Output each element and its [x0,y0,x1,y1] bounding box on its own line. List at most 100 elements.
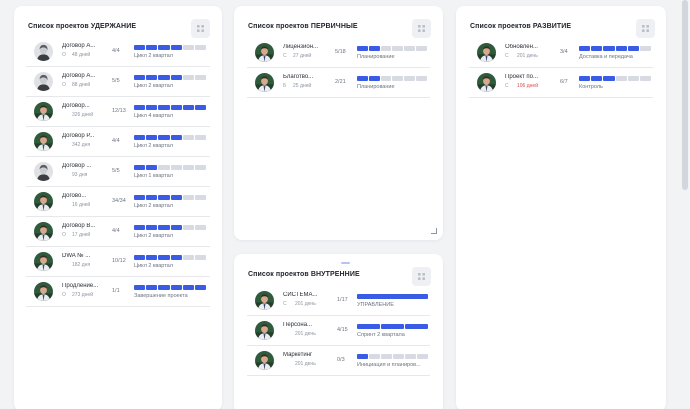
project-name[interactable]: Благотво... [283,74,333,80]
project-row[interactable]: Лицензион... С 27 дней 5/18 Планирование [247,39,430,68]
project-name[interactable]: Обновлен... [505,44,558,50]
progress-bar [357,76,427,81]
project-name[interactable]: Договор ... [62,163,110,169]
active-indicator [341,262,350,264]
task-count: 2/21 [335,79,346,85]
project-row[interactable]: Маркетинг 201 день 0/3 Инициация и планиров… [247,347,430,376]
avatar [34,222,53,241]
progress-segment [194,105,207,110]
stage-label: Спринт 2 квартала [357,332,405,338]
project-name[interactable]: Договор... [62,103,110,109]
project-name[interactable]: Маркетинг [283,352,335,358]
card-title: Список проектов ВНУТРЕННИЕ [248,271,360,278]
progress-bar [134,255,207,260]
progress-segment [615,76,627,81]
task-count: 4/15 [337,327,348,333]
days-elapsed: 17 дней [72,232,91,238]
grip-icon[interactable] [412,19,431,38]
progress-segment [134,255,146,260]
project-row[interactable]: Персона... 201 день 4/15 Спринт 2 квартала [247,317,430,346]
progress-segment [368,46,380,51]
avatar [255,73,274,92]
progress-segment [146,75,158,80]
progress-segment [182,225,194,230]
progress-segment [158,195,170,200]
progress-segment [615,46,627,51]
project-row[interactable]: DWA № ... 182 дня 10/12 Цикл 2 квартал [26,248,210,277]
days-elapsed: 201 день [517,53,538,59]
progress-segment [170,255,182,260]
grip-icon[interactable] [636,19,655,38]
progress-segment [134,225,146,230]
project-name[interactable]: Договор В... [62,223,110,229]
progress-segment [182,105,194,110]
avatar [34,162,53,181]
project-row[interactable]: Догово... 16 дней 34/34 Цикл 2 квартал [26,188,210,217]
avatar [34,282,53,301]
project-name[interactable]: Договор А... [62,73,110,79]
project-name[interactable]: Договор Р... [62,133,110,139]
project-name[interactable]: Проект по... [505,74,558,80]
days-elapsed: 48 дней [72,52,91,58]
project-name[interactable]: Догово... [62,193,110,199]
project-row[interactable]: Договор А... О 88 дней 5/5 Цикл 2 квартал [26,68,210,97]
progress-segment [158,255,170,260]
resize-handle-icon[interactable] [431,228,437,234]
task-count: 5/18 [335,49,346,55]
project-row[interactable]: Договор В... О 17 дней 4/4 Цикл 2 квартал [26,218,210,247]
avatar [34,72,53,91]
stage-label: Инициация и планиров... [357,362,421,368]
progress-segment [194,75,207,80]
progress-segment [146,105,158,110]
project-name[interactable]: Продление... [62,283,110,289]
page-scrollbar[interactable] [682,0,688,190]
project-name[interactable]: Персона... [283,322,335,328]
progress-segment [627,76,639,81]
avatar [34,252,53,271]
avatar [34,102,53,121]
progress-segment [603,76,615,81]
progress-bar [134,195,207,200]
progress-segment [182,165,194,170]
progress-segment [146,225,158,230]
project-name[interactable]: DWA № ... [62,253,110,259]
progress-segment [194,165,207,170]
progress-segment [416,76,427,81]
progress-segment [194,255,207,260]
project-code: С [283,301,287,307]
progress-segment [357,46,368,51]
stage-label: Планирование [357,84,395,90]
card-primary: Список проектов ПЕРВИЧНЫЕ Лицензион... С 2… [234,6,443,240]
progress-bar [134,135,207,140]
days-elapsed: 182 дня [72,262,91,268]
progress-segment [357,324,380,329]
project-name[interactable]: Договор А... [62,43,110,49]
days-elapsed: 273 дней [72,292,93,298]
project-code: О [62,82,66,88]
progress-segment [194,285,207,290]
progress-bar [579,76,652,81]
project-row[interactable]: Благотво... Б 25 дней 2/21 Планирование [247,69,430,98]
project-row[interactable]: Договор А... О 48 дней 4/4 Цикл 2 квартал [26,38,210,67]
progress-segment [146,135,158,140]
progress-segment [194,225,207,230]
grip-icon[interactable] [191,19,210,38]
project-row[interactable]: СИСТЕМА... С 201 день 1/17 УПРАВЛЕНИЕ [247,287,430,316]
progress-segment [182,195,194,200]
project-row[interactable]: Договор Р... 342 дня 4/4 Цикл 2 квартал [26,128,210,157]
project-row[interactable]: Договор... 326 дней 12/13 Цикл 4 квартал [26,98,210,127]
project-row[interactable]: Договор ... 93 дня 5/5 Цикл 1 квартал [26,158,210,187]
progress-segment [381,324,404,329]
progress-bar [357,46,427,51]
progress-bar [357,294,428,299]
project-name[interactable]: Лицензион... [283,44,333,50]
project-row[interactable]: Продление... О 273 дней 1/1 Завершение проек… [26,278,210,307]
project-row[interactable]: Обновлен... С 201 день 3/4 Доставка и переда… [469,39,653,68]
stage-label: Цикл 2 квартал [134,143,173,149]
project-row[interactable]: Проект по... С 106 дней 6/7 Контроль [469,69,653,98]
grip-icon[interactable] [412,267,431,286]
progress-segment [591,46,603,51]
progress-segment [393,354,404,359]
progress-segment [146,195,158,200]
project-name[interactable]: СИСТЕМА... [283,292,335,298]
